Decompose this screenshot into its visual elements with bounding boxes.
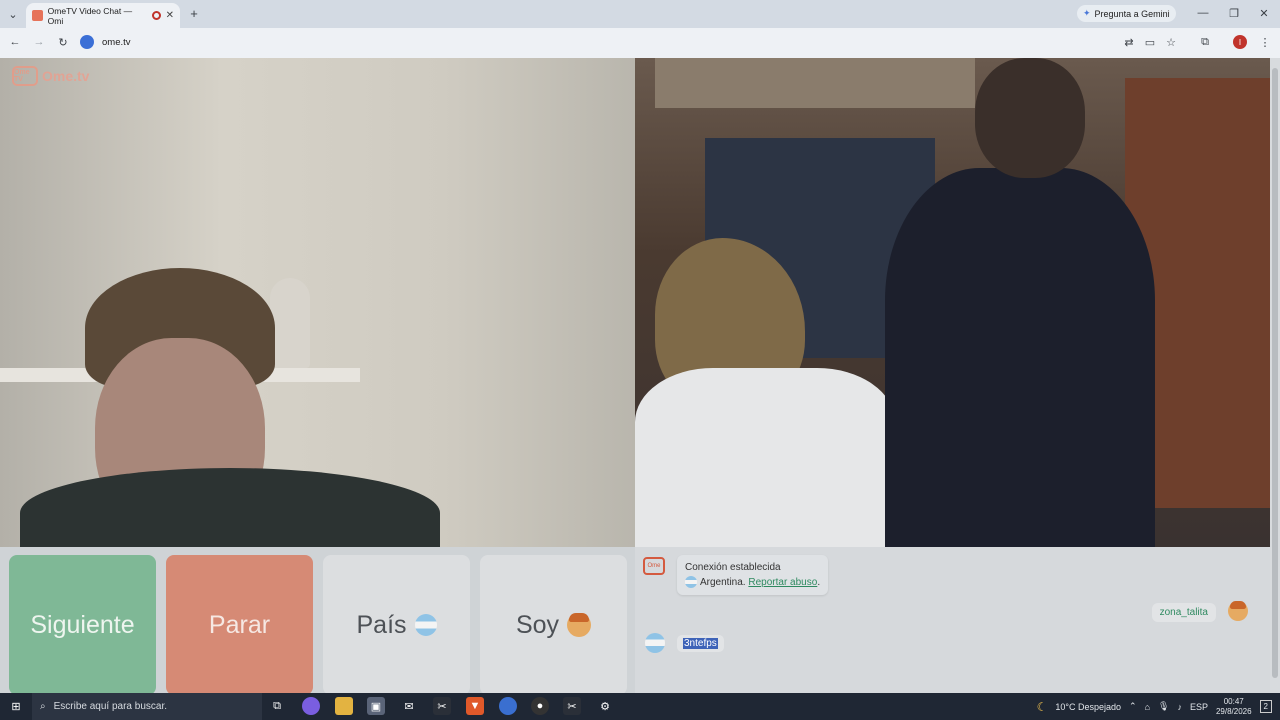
windows-taskbar: ⊞ ⌕ Escribe aquí para buscar. ⧉ ▣ ✉ ✂ ▼ … [0,693,1280,720]
gemini-icon: ✦ [1083,8,1091,18]
minimize-button[interactable]: — [1196,6,1210,20]
peer-message-text: 3ntefps [683,638,718,649]
file-explorer-icon[interactable] [335,697,353,715]
country-label: País [356,610,407,639]
page-scrollbar[interactable] [1270,58,1280,693]
peer-message: 3ntefps [677,635,724,652]
url-text: ome.tv [102,36,131,48]
boy-avatar-icon [567,613,592,637]
gender-button[interactable]: Soy [480,555,627,695]
store-icon[interactable]: ▣ [367,697,385,715]
shelf-items [655,58,975,108]
mic-icon[interactable]: 🎙 [1158,701,1169,712]
remote-person-standing [885,168,1155,547]
mail-icon[interactable]: ✉ [400,697,418,715]
restore-button[interactable]: ❐ [1227,6,1241,20]
next-button[interactable]: Siguiente [9,555,156,695]
capcut-app-icon[interactable]: ✂ [563,697,581,715]
ometv-logo-badge: Ome TV [12,66,38,86]
extensions-icon[interactable]: ⧉ [1198,35,1212,49]
profile-avatar[interactable]: I [1233,35,1247,49]
recording-icon [151,11,161,20]
clock-date: 29/8/2026 [1215,706,1252,716]
country-name: Argentina. [700,577,746,588]
close-tab-icon[interactable]: ✕ [166,10,174,21]
next-label: Siguiente [30,610,135,639]
stop-label: Parar [208,610,271,639]
argentina-flag-icon [685,576,697,589]
close-window-button[interactable]: ✕ [1257,6,1271,20]
search-placeholder: Escribe aquí para buscar. [53,701,168,712]
stop-button[interactable]: Parar [166,555,313,695]
local-video: Ome TV Ome.tv [0,58,635,547]
browser-chrome: ⌄ OmeTV Video Chat — Omi ✕ + ✦ Pregunta … [0,0,1280,58]
gemini-label: Pregunta a Gemini [1094,8,1170,19]
site-info-icon[interactable] [80,35,94,49]
new-tab-button[interactable]: + [187,6,201,21]
remote-person-white-shirt [635,368,895,547]
cast-icon[interactable]: ▭ [1143,35,1157,49]
ometv-logo-text: Ome.tv [42,68,90,84]
moon-weather-icon: ☾ [1036,699,1048,714]
brave-icon[interactable]: ▼ [466,697,484,715]
back-button[interactable]: ← [8,35,22,49]
menu-kebab-icon[interactable]: ⋮ [1258,35,1272,49]
my-message: zona_talita [1151,603,1216,622]
country-line: Argentina. Reportar abuso. [685,575,820,590]
reload-button[interactable]: ↻ [56,35,70,49]
network-icon[interactable]: ⌂ [1145,702,1150,712]
lamp [270,278,310,368]
gender-label: Soy [515,610,560,639]
remote-video [635,58,1270,547]
clock-time: 00:47 [1223,696,1244,706]
task-view-icon[interactable]: ⧉ [268,697,286,715]
search-icon: ⌕ [40,701,46,712]
translate-icon[interactable]: ⇄ [1122,35,1136,49]
system-tray: ☾ 10°C Despejado ⌃ ⌂ 🎙 ♪ ESP 00:47 29/8/… [1037,693,1280,720]
ometv-system-icon: Ome [643,557,665,575]
report-abuse-link[interactable]: Reportar abuso [748,577,817,588]
taskbar-search-box[interactable]: ⌕ Escribe aquí para buscar. [32,693,262,720]
chat-panel: Ome Conexión establecida Argentina. Repo… [635,547,1270,693]
control-panel: Siguiente Parar País Soy [0,547,635,695]
obs-icon[interactable]: ● [531,697,549,715]
capcut-icon[interactable]: ✂ [433,697,451,715]
system-message: Conexión establecida Argentina. Reportar… [677,555,829,595]
clock[interactable]: 00:47 29/8/2026 [1216,697,1252,717]
copilot-icon[interactable] [302,697,320,715]
local-person-body [20,468,440,547]
windows-start-icon[interactable]: ⊞ [7,697,25,715]
peer-flag-icon [645,633,665,653]
url-field[interactable]: ome.tv [80,32,1180,52]
tab-title: OmeTV Video Chat — Omi [47,5,133,26]
tray-chevron-icon[interactable]: ⌃ [1129,701,1137,712]
bookmark-star-icon[interactable]: ☆ [1164,35,1178,49]
ometv-logo: Ome TV Ome.tv [12,66,89,86]
abuse-suffix: . [817,577,821,588]
speaker-icon[interactable]: ♪ [1177,702,1182,712]
connection-status: Conexión establecida [685,562,781,573]
weather-text[interactable]: 10°C Despejado [1055,702,1121,712]
scrollbar-thumb[interactable] [1272,68,1278,678]
ometv-favicon-icon [32,10,43,21]
remote-person-head [975,58,1085,178]
notifications-icon[interactable]: 2 [1259,700,1272,713]
language-indicator[interactable]: ESP [1190,702,1208,712]
tab-ometv[interactable]: OmeTV Video Chat — Omi ✕ [26,3,180,28]
argentina-flag-icon [414,614,437,636]
country-button[interactable]: País [323,555,470,695]
chrome-icon[interactable] [499,697,517,715]
tab-search-icon[interactable]: ⌄ [6,7,20,21]
settings-gear-icon[interactable]: ⚙ [596,697,614,715]
gemini-button[interactable]: ✦ Pregunta a Gemini [1077,5,1176,22]
forward-button[interactable]: → [32,35,46,49]
page-content: Ome TV Ome.tv Siguiente Parar País Soy O… [0,58,1270,695]
my-avatar-icon [1228,601,1248,621]
